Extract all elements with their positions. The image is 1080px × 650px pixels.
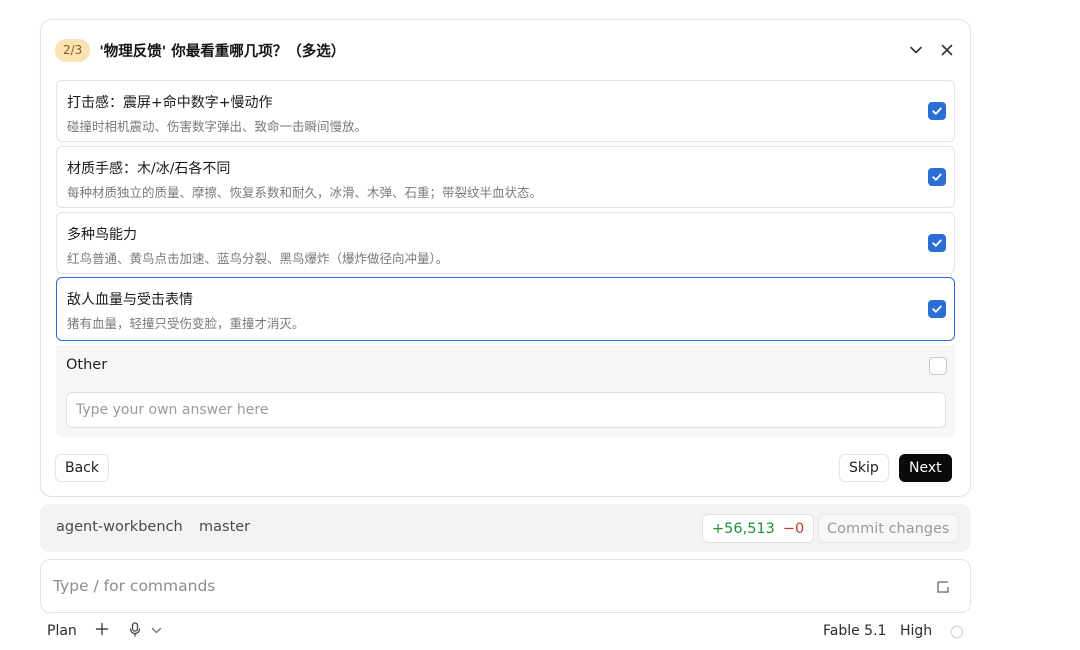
- commit-changes-button[interactable]: Commit changes: [818, 514, 959, 543]
- step-badge: 2/3: [55, 38, 91, 62]
- checkmark-icon: [932, 305, 942, 313]
- next-button[interactable]: Next: [899, 454, 952, 482]
- voice-input-button[interactable]: [128, 622, 142, 641]
- question-title: '物理反馈' 你最看重哪几项？（多选）: [99, 43, 346, 60]
- repo-name: agent-workbench: [56, 519, 183, 535]
- option-title: 敌人血量与受击表情: [67, 292, 193, 308]
- deletions-count: −0: [782, 520, 805, 537]
- option-impact-feel[interactable]: 打击感：震屏+命中数字+慢动作 碰撞时相机震动、伤害数字弹出、致命一击瞬间慢放。: [56, 80, 955, 142]
- other-answer-section: Other: [56, 345, 955, 437]
- option-title: 材质手感：木/冰/石各不同: [67, 161, 231, 177]
- checkmark-icon: [932, 173, 942, 181]
- close-icon: [941, 44, 953, 56]
- collapse-button[interactable]: [907, 41, 925, 59]
- voice-options-button[interactable]: [151, 624, 162, 640]
- option-checkbox[interactable]: [928, 168, 946, 186]
- checkmark-icon: [932, 107, 942, 115]
- option-enemy-health[interactable]: 敌人血量与受击表情 猪有血量，轻撞只受伤变脸，重撞才消灭。: [56, 277, 955, 341]
- other-answer-input[interactable]: [66, 392, 946, 428]
- microphone-icon: [129, 622, 141, 637]
- other-label: Other: [66, 357, 108, 373]
- option-description: 每种材质独立的质量、摩擦、恢复系数和耐久，冰滑、木弹、石重；带裂纹半血状态。: [67, 185, 543, 200]
- plus-icon: [95, 622, 109, 636]
- add-button[interactable]: [95, 622, 109, 640]
- option-description: 猪有血量，轻撞只受伤变脸，重撞才消灭。: [67, 316, 305, 331]
- diff-stats[interactable]: +56,513 −0: [702, 514, 815, 543]
- option-bird-abilities[interactable]: 多种鸟能力 红鸟普通、黄鸟点击加速、蓝鸟分裂、黑鸟爆炸（爆炸做径向冲量）。: [56, 212, 955, 274]
- option-material-feel[interactable]: 材质手感：木/冰/石各不同 每种材质独立的质量、摩擦、恢复系数和耐久，冰滑、木弹…: [56, 146, 955, 208]
- effort-selector[interactable]: High: [900, 623, 932, 639]
- expand-icon: [937, 581, 949, 593]
- skip-button[interactable]: Skip: [839, 454, 889, 482]
- model-selector[interactable]: Fable 5.1: [823, 623, 886, 639]
- back-button[interactable]: Back: [55, 454, 109, 482]
- chevron-down-icon: [151, 627, 162, 634]
- option-description: 碰撞时相机震动、伤害数字弹出、致命一击瞬间慢放。: [67, 119, 368, 134]
- git-status-bar: agent-workbench master +56,513 −0 Commit…: [40, 504, 971, 552]
- header-actions: [907, 41, 956, 59]
- other-checkbox[interactable]: [929, 357, 947, 375]
- checkmark-icon: [932, 239, 942, 247]
- option-checkbox[interactable]: [928, 300, 946, 318]
- context-indicator: [950, 625, 964, 643]
- chevron-down-icon: [910, 46, 922, 54]
- progress-ring-icon: [950, 625, 964, 639]
- branch-name[interactable]: master: [199, 519, 250, 535]
- option-title: 打击感：震屏+命中数字+慢动作: [67, 95, 273, 111]
- question-card: 2/3 '物理反馈' 你最看重哪几项？（多选） 打击感：震屏+命中数字+慢动作 …: [40, 19, 971, 497]
- expand-button[interactable]: [936, 579, 950, 598]
- command-bar: [40, 559, 971, 613]
- option-description: 红鸟普通、黄鸟点击加速、蓝鸟分裂、黑鸟爆炸（爆炸做径向冲量）。: [67, 251, 449, 266]
- additions-count: +56,513: [712, 520, 775, 537]
- command-input[interactable]: [53, 572, 913, 600]
- option-checkbox[interactable]: [928, 102, 946, 120]
- close-button[interactable]: [938, 41, 956, 59]
- option-checkbox[interactable]: [928, 234, 946, 252]
- mode-selector[interactable]: Plan: [47, 623, 77, 639]
- question-header: 2/3 '物理反馈' 你最看重哪几项？（多选）: [55, 37, 956, 63]
- option-title: 多种鸟能力: [67, 227, 137, 243]
- footer-toolbar: Plan Fable 5.1 High: [47, 620, 967, 644]
